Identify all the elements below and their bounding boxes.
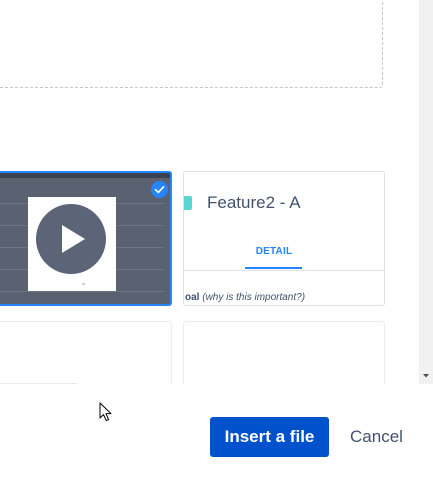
- document-title: Feature2 - A: [207, 193, 301, 212]
- file-thumbnail-blank[interactable]: [183, 321, 385, 384]
- upload-dropzone[interactable]: [0, 0, 383, 88]
- file-thumbnail-blank[interactable]: [0, 321, 172, 384]
- tab-detail: DETAIL: [255, 246, 293, 257]
- file-gallery: Feature2 - A DETAIL oal (why is this imp…: [0, 0, 419, 384]
- cancel-button[interactable]: Cancel: [340, 417, 413, 457]
- vertical-scrollbar[interactable]: [419, 0, 433, 384]
- scroll-down-button[interactable]: [419, 367, 433, 384]
- mouse-cursor-icon: [99, 402, 112, 422]
- play-button[interactable]: [36, 204, 106, 274]
- dialog-footer: Insert a file Cancel: [0, 384, 433, 483]
- checkmark-icon: [154, 186, 165, 194]
- play-icon: [62, 225, 85, 253]
- goal-text: oal (why is this important?): [185, 292, 306, 303]
- file-thumbnail-document[interactable]: Feature2 - A DETAIL oal (why is this imp…: [183, 171, 385, 306]
- triangle-down-icon: [423, 374, 429, 378]
- file-thumbnail-video[interactable]: [0, 171, 172, 306]
- video-frame-toolbar: [0, 173, 170, 178]
- tab-active-indicator: [245, 267, 302, 269]
- color-swatch: [184, 196, 192, 210]
- insert-file-button[interactable]: Insert a file: [210, 417, 329, 457]
- divider: [184, 270, 384, 271]
- selected-badge: [151, 181, 168, 198]
